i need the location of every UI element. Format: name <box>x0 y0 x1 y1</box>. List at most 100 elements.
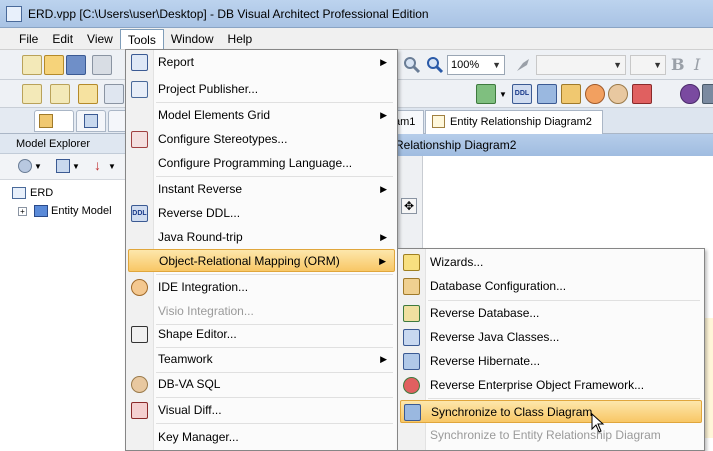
menu-item-db-va-sql[interactable]: DB-VA SQL <box>128 373 395 396</box>
menu-item-label: Reverse Java Classes... <box>430 330 560 344</box>
new-model-icon[interactable] <box>18 159 32 173</box>
chevron-down-icon[interactable]: ▼ <box>108 162 116 171</box>
window-title: ERD.vpp [C:\Users\user\Desktop] - DB Vis… <box>28 6 429 21</box>
more-icon[interactable] <box>702 84 713 104</box>
menu-item-label: Synchronize to Class Diagram <box>431 405 593 419</box>
sync-icon[interactable] <box>585 84 605 104</box>
menu-item-label: DB-VA SQL <box>158 377 221 391</box>
app-icon <box>6 5 22 22</box>
explorer-icon <box>84 114 98 128</box>
tab-diagram-navigator[interactable] <box>34 110 74 132</box>
element-icon[interactable] <box>104 84 124 104</box>
menu-tools[interactable]: Tools <box>119 28 164 49</box>
mouse-cursor-icon <box>591 413 605 433</box>
reverse-icon[interactable] <box>537 84 557 104</box>
explorer-tabs <box>0 108 128 134</box>
submenu-arrow-icon: ▶ <box>379 256 386 266</box>
tab-model-explorer[interactable] <box>76 110 106 132</box>
new-icon[interactable] <box>22 55 42 75</box>
diff-icon <box>131 402 148 419</box>
open-icon[interactable] <box>44 55 64 75</box>
menu-item-reverse-eof[interactable]: Reverse Enterprise Object Framework... <box>400 374 702 397</box>
zoom-out-icon[interactable] <box>402 55 422 75</box>
model-explorer-panel: Model Explorer ▼ ▼ ↓ ▼ ERD + Entity Mode… <box>0 108 128 451</box>
generate-icon[interactable] <box>476 84 496 104</box>
reverse-eof-icon <box>403 377 420 394</box>
move-icon[interactable]: ✥ <box>401 198 417 214</box>
submenu-arrow-icon: ▶ <box>380 57 387 67</box>
new-diagram-icon[interactable] <box>22 84 42 104</box>
diff-icon[interactable] <box>632 84 652 104</box>
tree-node-erd[interactable]: ERD <box>0 184 127 202</box>
sql-icon[interactable] <box>608 84 628 104</box>
menu-item-reverse-hibernate[interactable]: Reverse Hibernate... <box>400 350 702 373</box>
menu-item-label: Project Publisher... <box>158 82 259 96</box>
menu-item-label: IDE Integration... <box>158 280 249 294</box>
menu-item-instant-reverse[interactable]: Instant Reverse ▶ <box>128 178 395 201</box>
tab-entity-relationship-diagram2[interactable]: Entity Relationship Diagram2 <box>425 110 603 134</box>
menu-item-configure-programming-language[interactable]: Configure Programming Language... <box>128 152 395 175</box>
italic-button[interactable]: I <box>694 55 700 74</box>
menu-item-teamwork[interactable]: Teamwork ▶ <box>128 348 395 371</box>
menu-item-wizards[interactable]: Wizards... <box>400 251 702 274</box>
chevron-down-icon: ▼ <box>492 60 501 70</box>
menu-item-visual-diff[interactable]: Visual Diff... <box>128 399 395 422</box>
menu-item-label: Java Round-trip <box>158 230 243 244</box>
menu-file[interactable]: File <box>12 29 45 49</box>
menu-item-reverse-database[interactable]: Reverse Database... <box>400 302 702 325</box>
menu-view[interactable]: View <box>80 29 120 49</box>
menu-item-label: Object-Relational Mapping (ORM) <box>159 254 340 268</box>
wizard-icon <box>403 254 420 271</box>
menu-separator <box>156 397 393 398</box>
submenu-arrow-icon: ▶ <box>380 110 387 120</box>
format-painter-icon[interactable] <box>513 55 533 75</box>
submenu-arrow-icon: ▶ <box>380 354 387 364</box>
print-icon[interactable] <box>92 55 112 75</box>
shape-editor-icon <box>131 326 148 343</box>
menu-edit[interactable]: Edit <box>45 29 80 49</box>
model-icon[interactable] <box>78 84 98 104</box>
panel-title: Model Explorer <box>0 134 127 154</box>
orm-icon[interactable] <box>561 84 581 104</box>
chevron-down-icon[interactable]: ▼ <box>34 162 42 171</box>
sort-icon[interactable]: ↓ <box>94 157 101 173</box>
zoom-combo[interactable]: 100% ▼ <box>447 55 505 75</box>
menu-item-orm[interactable]: Object-Relational Mapping (ORM) ▶ <box>128 249 395 272</box>
submenu-arrow-icon: ▶ <box>380 184 387 194</box>
menu-item-label: Synchronize to Entity Relationship Diagr… <box>430 428 661 442</box>
menu-help[interactable]: Help <box>221 29 260 49</box>
menu-item-model-elements-grid[interactable]: Model Elements Grid ▶ <box>128 104 395 127</box>
menu-item-label: Instant Reverse <box>158 182 243 196</box>
menu-item-java-round-trip[interactable]: Java Round-trip ▶ <box>128 226 395 249</box>
menu-item-report[interactable]: Report ▶ <box>128 51 395 74</box>
chevron-down-icon[interactable]: ▼ <box>499 90 507 99</box>
ddl-icon[interactable]: DDL <box>512 84 532 104</box>
zoom-in-icon[interactable] <box>425 55 445 75</box>
menu-item-project-publisher[interactable]: Project Publisher... <box>128 78 395 101</box>
chevron-down-icon[interactable]: ▼ <box>72 162 80 171</box>
menu-item-shape-editor[interactable]: Shape Editor... <box>128 323 395 346</box>
ddl-icon: DDL <box>131 205 148 222</box>
menu-item-ide-integration[interactable]: IDE Integration... <box>128 276 395 299</box>
menu-item-reverse-ddl[interactable]: DDL Reverse DDL... <box>128 202 395 225</box>
menu-item-key-manager[interactable]: Key Manager... <box>128 426 395 449</box>
diagram-icon[interactable] <box>50 84 70 104</box>
help-icon[interactable] <box>680 84 700 104</box>
tree-node-entity-model[interactable]: + Entity Model <box>0 202 127 220</box>
menu-item-sync-class-diagram[interactable]: Synchronize to Class Diagram <box>400 400 702 423</box>
menu-separator <box>156 423 393 424</box>
expand-icon[interactable]: + <box>18 207 27 216</box>
menu-item-database-configuration[interactable]: Database Configuration... <box>400 275 702 298</box>
menu-item-reverse-java-classes[interactable]: Reverse Java Classes... <box>400 326 702 349</box>
menu-item-configure-stereotypes[interactable]: Configure Stereotypes... <box>128 128 395 151</box>
submenu-arrow-icon: ▶ <box>380 232 387 242</box>
tree-view-icon[interactable] <box>56 159 70 173</box>
font-size-combo[interactable]: ▼ <box>630 55 666 75</box>
menu-window[interactable]: Window <box>164 29 221 49</box>
font-combo[interactable]: ▼ <box>536 55 626 75</box>
menubar: File Edit View Tools Window Help <box>0 28 713 50</box>
menu-item-label: Database Configuration... <box>430 279 567 293</box>
save-icon[interactable] <box>66 55 86 75</box>
bold-button[interactable]: B <box>671 55 685 74</box>
menu-item-label: Visio Integration... <box>158 304 254 318</box>
